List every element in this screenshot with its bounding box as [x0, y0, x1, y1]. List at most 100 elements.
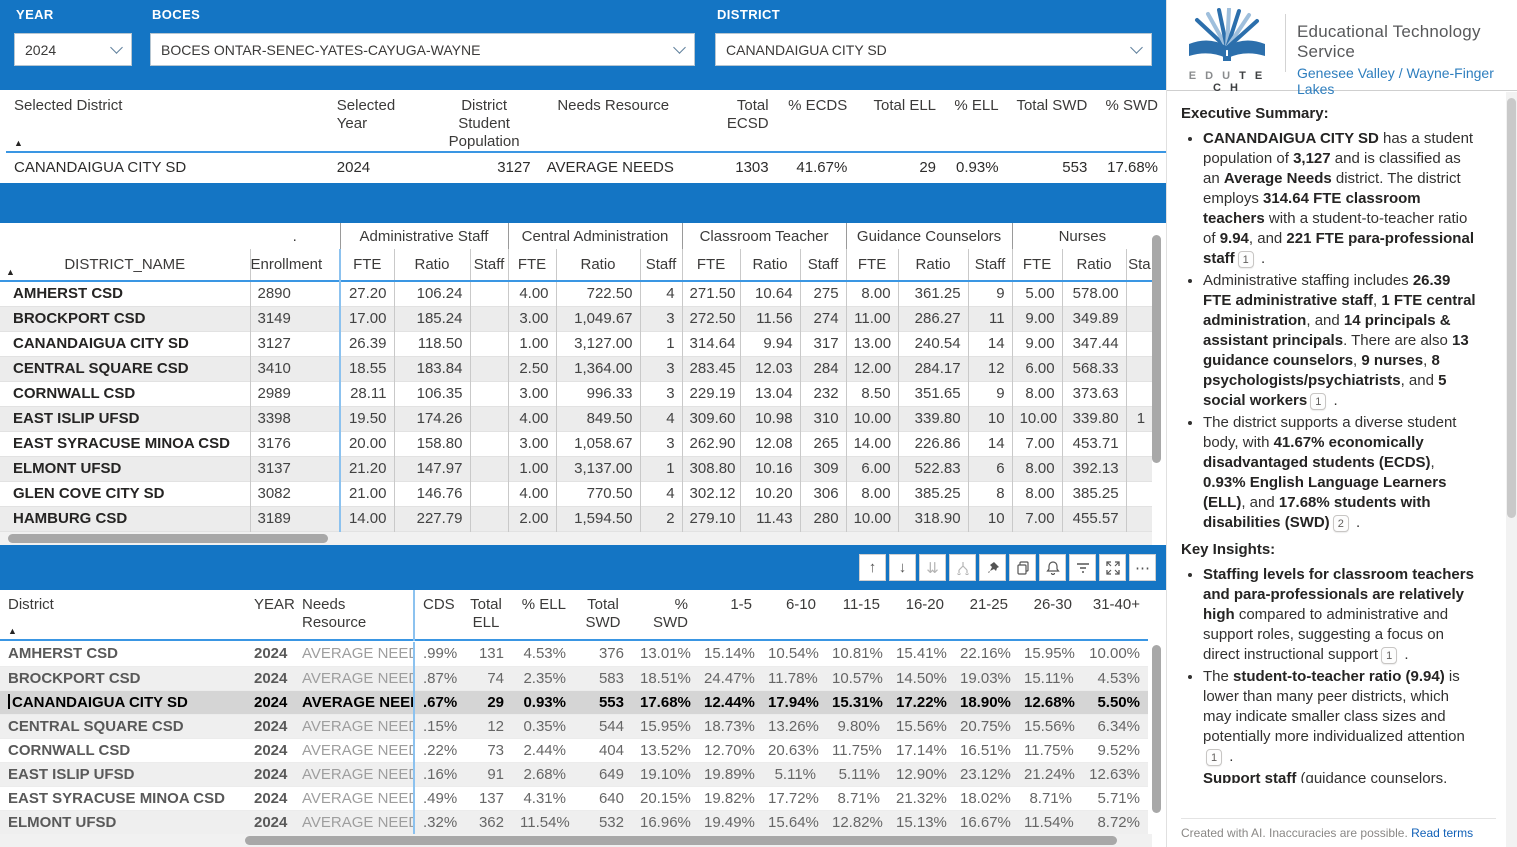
district-row[interactable]: AMHERST CSD2024AVERAGE NEEDS.99%1314.53%…: [0, 642, 1148, 666]
district-cell[interactable]: .16%: [414, 762, 460, 786]
staffing-cell[interactable]: 7.00: [1012, 431, 1062, 456]
staffing-cell[interactable]: 3398: [250, 406, 340, 431]
district-cell[interactable]: 15.13%: [888, 810, 952, 834]
district-cell[interactable]: 16.51%: [952, 738, 1016, 762]
staffing-cell[interactable]: 996.33: [556, 381, 640, 406]
district-cell[interactable]: AVERAGE NEEDS: [294, 690, 414, 714]
staffing-cell[interactable]: 272.50: [682, 306, 740, 331]
staffing-cell[interactable]: 10: [968, 406, 1012, 431]
district-cell[interactable]: 15.11%: [1016, 666, 1080, 690]
staffing-cell[interactable]: 309: [800, 456, 846, 481]
district-column-header[interactable]: 31-40+: [1080, 590, 1148, 640]
staffing-cell[interactable]: 147.97: [394, 456, 470, 481]
staffing-cell[interactable]: 10.64: [740, 281, 800, 306]
district-cell[interactable]: EAST SYRACUSE MINOA CSD: [0, 786, 246, 810]
staffing-cell[interactable]: 6.00: [1012, 356, 1062, 381]
staffing-cell[interactable]: [1126, 381, 1152, 406]
district-cell[interactable]: 12.63%: [1080, 762, 1148, 786]
district-column-header[interactable]: 26-30: [1016, 590, 1080, 640]
staffing-cell[interactable]: 3137: [250, 456, 340, 481]
district-column-header[interactable]: 11-15: [824, 590, 888, 640]
district-cell[interactable]: 20.63%: [760, 738, 824, 762]
read-terms-link[interactable]: Read terms: [1411, 826, 1473, 840]
staffing-cell[interactable]: 183.84: [394, 356, 470, 381]
staffing-cell[interactable]: 453.71: [1062, 431, 1126, 456]
staffing-cell[interactable]: [470, 281, 508, 306]
staffing-cell[interactable]: 308.80: [682, 456, 740, 481]
summary-column-header[interactable]: Selected Year: [329, 90, 430, 152]
district-cell[interactable]: 9.80%: [824, 714, 888, 738]
drill-down-icon[interactable]: ↓: [889, 554, 916, 581]
district-cell[interactable]: 17.94%: [760, 690, 824, 714]
staffing-cell[interactable]: 28.11: [340, 381, 394, 406]
staffing-cell[interactable]: 3: [640, 306, 682, 331]
district-cell[interactable]: 131: [460, 642, 512, 666]
district-cell[interactable]: 91: [460, 762, 512, 786]
district-cell[interactable]: 18.90%: [952, 690, 1016, 714]
district-cell[interactable]: 2024: [246, 810, 294, 834]
district-cell[interactable]: 15.14%: [696, 642, 760, 666]
staffing-cell[interactable]: 361.25: [898, 281, 968, 306]
district-cell[interactable]: 15.31%: [824, 690, 888, 714]
staffing-cell[interactable]: 1,058.67: [556, 431, 640, 456]
staffing-cell[interactable]: 10.00: [846, 506, 898, 531]
staffing-cell[interactable]: 174.26: [394, 406, 470, 431]
district-cell[interactable]: AVERAGE NEEDS: [294, 642, 414, 666]
staffing-cell[interactable]: 1.00: [508, 456, 556, 481]
district-cell[interactable]: 18.02%: [952, 786, 1016, 810]
staffing-cell[interactable]: 106.24: [394, 281, 470, 306]
staffing-cell[interactable]: 12: [968, 356, 1012, 381]
staffing-cell[interactable]: 10.20: [740, 481, 800, 506]
district-cell[interactable]: 13.26%: [760, 714, 824, 738]
district-dropdown[interactable]: CANANDAIGUA CITY SD: [715, 33, 1152, 66]
staffing-cell[interactable]: 1: [640, 331, 682, 356]
staffing-row[interactable]: GLEN COVE CITY SD308221.00146.764.00770.…: [0, 481, 1152, 506]
staffing-cell[interactable]: 8.00: [1012, 456, 1062, 481]
district-cell[interactable]: 19.10%: [632, 762, 696, 786]
district-cell[interactable]: AVERAGE NEEDS: [294, 738, 414, 762]
district-cell[interactable]: 12.44%: [696, 690, 760, 714]
staffing-cell[interactable]: 226.86: [898, 431, 968, 456]
district-cell[interactable]: EAST ISLIP UFSD: [0, 762, 246, 786]
sidebar-scrollbar-thumb[interactable]: [1507, 98, 1516, 518]
staffing-cell[interactable]: EAST SYRACUSE MINOA CSD: [0, 431, 250, 456]
summary-column-header[interactable]: % ECDS: [777, 90, 856, 152]
staffing-cell[interactable]: 4: [640, 281, 682, 306]
district-cell[interactable]: 17.68%: [632, 690, 696, 714]
district-cell[interactable]: 12.68%: [1016, 690, 1080, 714]
district-column-header[interactable]: Total ELL: [460, 590, 512, 640]
district-column-header[interactable]: % SWD: [632, 590, 696, 640]
staffing-cell[interactable]: 2890: [250, 281, 340, 306]
staffing-column-header[interactable]: Staff: [640, 249, 682, 281]
district-cell[interactable]: 13.52%: [632, 738, 696, 762]
staffing-cell[interactable]: [470, 481, 508, 506]
staffing-cell[interactable]: 274: [800, 306, 846, 331]
district-cell[interactable]: .87%: [414, 666, 460, 690]
district-cell[interactable]: .15%: [414, 714, 460, 738]
citation-chip[interactable]: 1: [1206, 749, 1222, 766]
staffing-cell[interactable]: 9: [968, 381, 1012, 406]
staffing-cell[interactable]: 3176: [250, 431, 340, 456]
district-cell[interactable]: 2024: [246, 738, 294, 762]
staffing-cell[interactable]: 20.00: [340, 431, 394, 456]
staffing-cell[interactable]: 262.90: [682, 431, 740, 456]
staffing-cell[interactable]: [1126, 506, 1152, 531]
staffing-cell[interactable]: 10.00: [1012, 406, 1062, 431]
staffing-cell[interactable]: 8: [968, 481, 1012, 506]
staffing-cell[interactable]: 229.19: [682, 381, 740, 406]
district-cell[interactable]: 544: [574, 714, 632, 738]
staffing-cell[interactable]: 6.00: [846, 456, 898, 481]
summary-column-header[interactable]: % SWD: [1095, 90, 1166, 152]
district-cell[interactable]: 15.41%: [888, 642, 952, 666]
staffing-cell[interactable]: 1,364.00: [556, 356, 640, 381]
district-cell[interactable]: 10.57%: [824, 666, 888, 690]
district-row[interactable]: EAST SYRACUSE MINOA CSD2024AVERAGE NEEDS…: [0, 786, 1148, 810]
district-cell[interactable]: 19.49%: [696, 810, 760, 834]
district-cell[interactable]: 137: [460, 786, 512, 810]
staffing-cell[interactable]: CANANDAIGUA CITY SD: [0, 331, 250, 356]
staffing-cell[interactable]: 1.00: [508, 331, 556, 356]
summary-column-header[interactable]: % ELL: [944, 90, 1007, 152]
summary-cell[interactable]: AVERAGE NEEDS: [539, 152, 688, 182]
staffing-cell[interactable]: [470, 331, 508, 356]
staffing-cell[interactable]: 14: [968, 331, 1012, 356]
